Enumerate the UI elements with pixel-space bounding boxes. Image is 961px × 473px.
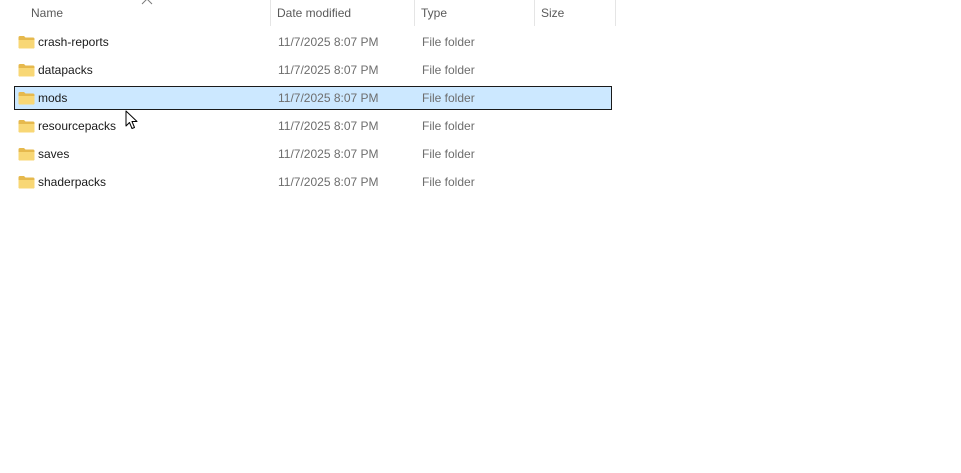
file-date-modified: 11/7/2025 8:07 PM [278,63,379,77]
file-date-modified: 11/7/2025 8:07 PM [278,91,379,105]
file-date-modified: 11/7/2025 8:07 PM [278,35,379,49]
file-type: File folder [422,147,475,161]
file-type: File folder [422,63,475,77]
folder-icon [18,120,35,133]
mouse-cursor-icon [125,110,138,129]
column-header-size[interactable]: Size [535,0,616,26]
file-explorer-list-view: Name Date modified Type Size crash-repor… [0,0,961,473]
file-type: File folder [422,91,475,105]
file-name: datapacks [38,63,93,77]
folder-icon [18,176,35,189]
file-type: File folder [422,35,475,49]
file-list: crash-reports 11/7/2025 8:07 PM File fol… [14,30,612,198]
file-row-shaderpacks[interactable]: shaderpacks 11/7/2025 8:07 PM File folde… [14,170,612,194]
column-header-name[interactable]: Name [25,0,271,26]
column-header-row: Name Date modified Type Size [0,0,616,26]
file-row-saves[interactable]: saves 11/7/2025 8:07 PM File folder [14,142,612,166]
file-row-datapacks[interactable]: datapacks 11/7/2025 8:07 PM File folder [14,58,612,82]
file-date-modified: 11/7/2025 8:07 PM [278,175,379,189]
folder-icon [18,64,35,77]
file-row-resourcepacks[interactable]: resourcepacks 11/7/2025 8:07 PM File fol… [14,114,612,138]
file-name: crash-reports [38,35,109,49]
file-row-mods[interactable]: mods 11/7/2025 8:07 PM File folder [14,86,612,110]
file-date-modified: 11/7/2025 8:07 PM [278,147,379,161]
folder-icon [18,92,35,105]
file-type: File folder [422,175,475,189]
file-row-crash-reports[interactable]: crash-reports 11/7/2025 8:07 PM File fol… [14,30,612,54]
file-type: File folder [422,119,475,133]
file-name: shaderpacks [38,175,107,189]
folder-icon [18,36,35,49]
file-name: resourcepacks [38,119,117,133]
file-name: saves [38,147,70,161]
column-header-date-modified[interactable]: Date modified [271,0,415,26]
file-name: mods [38,91,68,105]
file-date-modified: 11/7/2025 8:07 PM [278,119,379,133]
column-header-type[interactable]: Type [415,0,535,26]
folder-icon [18,148,35,161]
